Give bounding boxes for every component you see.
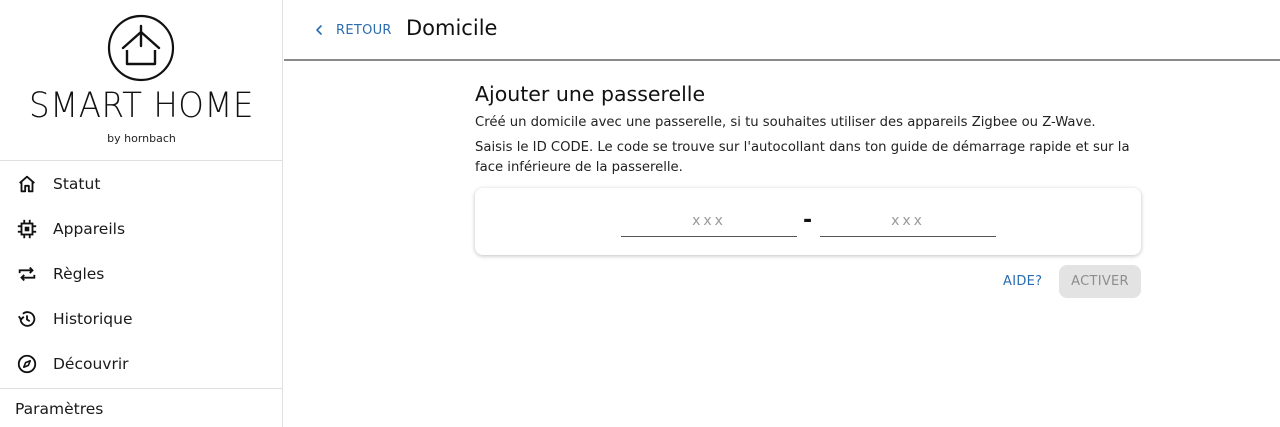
page-header: RETOUR Domicile bbox=[284, 0, 1280, 61]
sidebar-item-label: Appareils bbox=[53, 219, 126, 238]
sidebar-item-label: Statut bbox=[53, 174, 101, 193]
sidebar: SMART HOME by hornbach Statut Appareils … bbox=[0, 0, 283, 427]
back-button[interactable]: RETOUR bbox=[312, 20, 392, 40]
sidebar-item-parametres[interactable]: Paramètres bbox=[15, 400, 103, 418]
compass-icon bbox=[16, 353, 38, 375]
brand-subtitle: by hornbach bbox=[107, 132, 176, 145]
repeat-icon bbox=[16, 263, 38, 285]
page-title: Domicile bbox=[406, 16, 498, 40]
help-button[interactable]: AIDE? bbox=[995, 265, 1050, 298]
back-label: RETOUR bbox=[336, 22, 392, 38]
sidebar-divider bbox=[0, 388, 283, 389]
description-text: Créé un domicile avec une passerelle, si… bbox=[475, 115, 1096, 130]
id-code-part1-input[interactable] bbox=[621, 206, 797, 237]
id-code-card: - bbox=[475, 188, 1141, 255]
sidebar-item-label: Historique bbox=[53, 310, 133, 329]
sidebar-item-statut[interactable]: Statut bbox=[0, 161, 283, 206]
sidebar-item-regles[interactable]: Règles bbox=[0, 251, 283, 296]
sidebar-item-label: Règles bbox=[53, 264, 105, 283]
home-icon bbox=[16, 173, 38, 195]
chip-icon bbox=[16, 218, 38, 240]
history-icon bbox=[16, 308, 38, 330]
sidebar-item-appareils[interactable]: Appareils bbox=[0, 206, 283, 251]
activate-button[interactable]: ACTIVER bbox=[1059, 265, 1141, 298]
form-actions: AIDE? ACTIVER bbox=[475, 265, 1141, 299]
sidebar-item-decouvrir[interactable]: Découvrir bbox=[0, 342, 283, 387]
brand-title: SMART HOME bbox=[29, 86, 254, 126]
section-title: Ajouter une passerelle bbox=[475, 82, 706, 106]
id-code-instructions: Saisis le ID CODE. Le code se trouve sur… bbox=[475, 140, 1130, 175]
brand-logo[interactable]: SMART HOME by hornbach bbox=[0, 0, 282, 161]
chevron-left-icon bbox=[316, 25, 322, 35]
sidebar-item-label: Découvrir bbox=[53, 355, 129, 374]
id-code-part2-input[interactable] bbox=[820, 206, 996, 237]
code-separator: - bbox=[803, 208, 813, 233]
add-gateway-section: Ajouter une passerelle Créé un domicile … bbox=[475, 80, 1141, 298]
sidebar-nav: Statut Appareils Règles Historique Décou… bbox=[0, 161, 283, 387]
house-power-icon bbox=[107, 14, 175, 82]
sidebar-item-historique[interactable]: Historique bbox=[0, 297, 283, 342]
